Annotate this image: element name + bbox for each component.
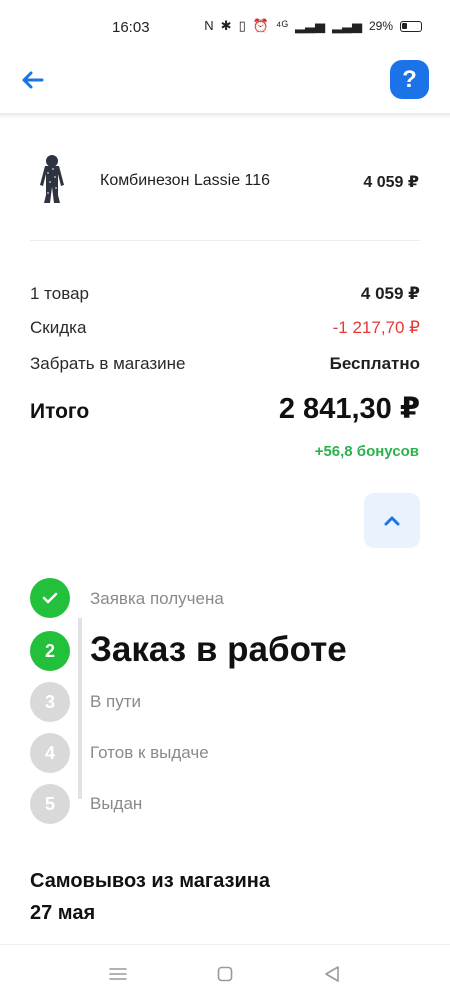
delivery-value: Бесплатно <box>329 354 420 373</box>
total-value: 2 841,30 ₽ <box>278 393 420 425</box>
menu-icon <box>109 968 127 980</box>
step-4-circle: 4 <box>30 733 70 773</box>
system-nav-bar <box>0 944 450 1000</box>
network-type: ⁴ᴳ <box>275 18 288 33</box>
header-shadow <box>0 113 450 119</box>
delivery-label: Забрать в магазине <box>30 354 186 373</box>
triangle-back-icon <box>325 966 339 982</box>
step-2-circle: 2 <box>30 631 70 671</box>
divider <box>30 240 420 241</box>
help-icon: ? <box>402 65 417 93</box>
home-icon <box>217 966 233 982</box>
total-label: Итого <box>30 400 90 423</box>
alarm-icon: ⏰ <box>252 18 269 33</box>
status-time: 16:03 <box>112 19 150 36</box>
vibrate-icon: ▯ <box>238 18 246 33</box>
pickup-title: Самовывоз из магазина <box>30 870 270 892</box>
step-1-circle <box>30 578 70 618</box>
step-4-label: Готов к выдаче <box>90 743 209 762</box>
summary-delivery-row: Забрать в магазине Бесплатно <box>30 354 420 374</box>
steps-connector <box>78 618 82 799</box>
items-value: 4 059 ₽ <box>360 284 420 303</box>
chevron-up-icon <box>384 516 400 525</box>
summary-discount-row: Скидка -1 217,70 ₽ <box>30 318 420 338</box>
back-button[interactable] <box>16 64 48 96</box>
step-1-label: Заявка получена <box>90 589 224 608</box>
product-image <box>40 155 64 203</box>
step-3-circle: 3 <box>30 682 70 722</box>
arrow-left-icon <box>22 71 44 89</box>
step-5-label: Выдан <box>90 794 143 813</box>
status-bar: 16:03 Ν ✱ ▯ ⏰ ⁴ᴳ ▂▃▅ ▂▃▅ 29% <box>0 0 450 56</box>
step-2-label: Заказ в работе <box>90 630 347 669</box>
nfc-icon: Ν <box>204 18 214 33</box>
step-5-circle: 5 <box>30 784 70 824</box>
step-3-label: В пути <box>90 692 142 711</box>
product-row[interactable]: Комбинезон Lassie 116 4 059 ₽ <box>0 150 450 212</box>
items-count-label: 1 товар <box>30 284 89 303</box>
help-button[interactable]: ? <box>390 60 429 99</box>
menu-button[interactable] <box>106 963 130 985</box>
product-name: Комбинезон Lassie 116 <box>100 172 271 189</box>
home-button[interactable] <box>213 963 237 985</box>
app-header: ? <box>0 56 450 116</box>
discount-label: Скидка <box>30 318 87 337</box>
product-price: 4 059 ₽ <box>363 174 419 191</box>
summary-total-row: Итого 2 841,30 ₽ <box>30 391 420 426</box>
summary-items-row: 1 товар 4 059 ₽ <box>30 284 420 304</box>
battery-percent: 29% <box>368 19 393 33</box>
bluetooth-icon: ✱ <box>220 18 232 33</box>
signal-icon: ▂▃▅ <box>294 18 325 33</box>
collapse-button[interactable] <box>364 493 420 548</box>
battery-icon <box>400 20 422 32</box>
bonus-amount: +56,8 бонусов <box>314 443 419 460</box>
signal-icon-2: ▂▃▅ <box>331 18 362 33</box>
pickup-date: 27 мая <box>30 902 96 924</box>
checkmark-icon <box>42 592 58 604</box>
status-icons: Ν ✱ ▯ ⏰ ⁴ᴳ ▂▃▅ ▂▃▅ 29% <box>204 18 422 34</box>
back-nav-button[interactable] <box>320 963 344 985</box>
discount-value: -1 217,70 ₽ <box>332 318 420 337</box>
